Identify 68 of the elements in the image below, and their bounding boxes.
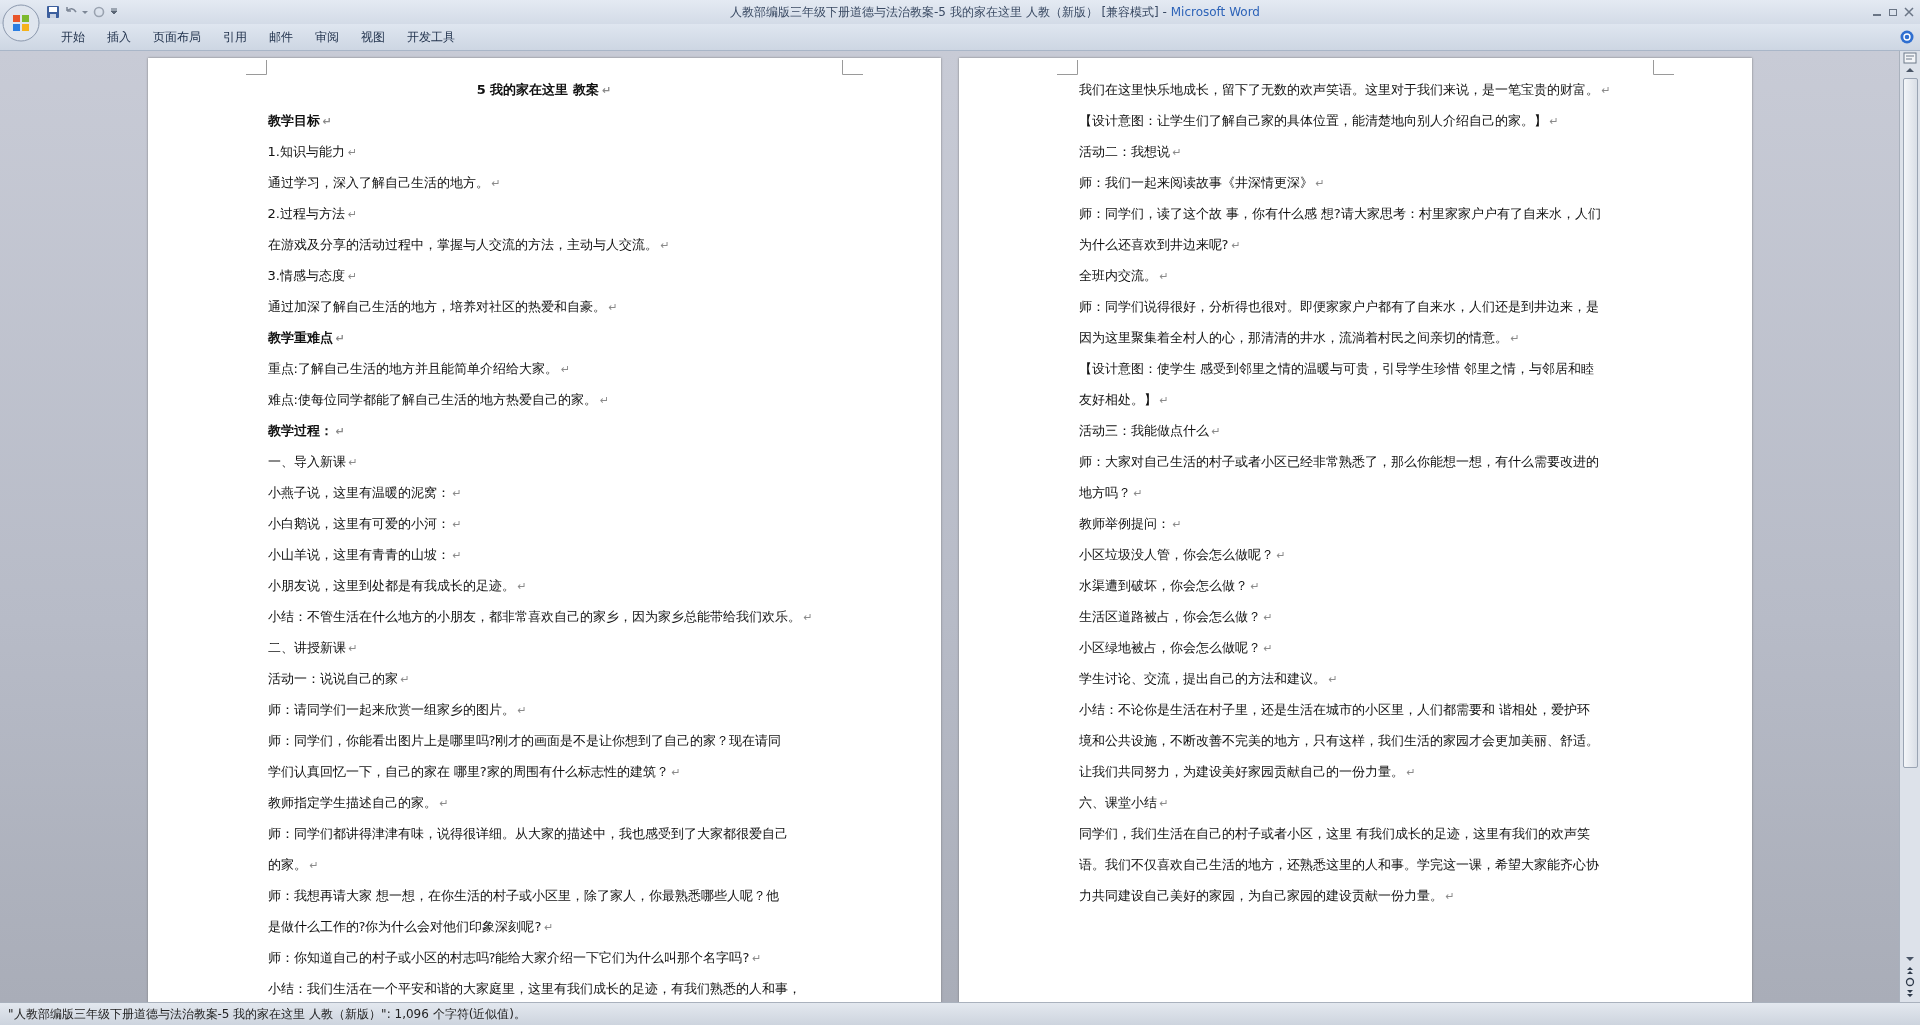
paragraph: 全班内交流。 ↵ [1078,267,1170,285]
scroll-up-icon[interactable] [1904,65,1916,75]
paragraph: 小区垃圾没人管，你会怎么做呢？ ↵ [1078,546,1287,564]
paragraph: 活动二：我想说 ↵ [1078,143,1183,161]
paragraph: 小结：我们生活在一个平安和谐的大家庭里，这里有我们成长的足迹，有我们熟悉的人和事， [267,980,802,998]
restore-icon[interactable] [1888,7,1898,17]
ribbon-tab[interactable]: 审阅 [304,25,350,49]
scroll-down-icon[interactable] [1904,954,1916,964]
ribbon-tab[interactable]: 邮件 [258,25,304,49]
paragraph: 小区绿地被占，你会怎么做呢？ ↵ [1078,639,1274,657]
ribbon-tab[interactable]: 插入 [96,25,142,49]
paragraph: 活动一：说说自己的家 ↵ [267,670,411,688]
document-title: 5 我的家在这里 教案 ↵ [475,81,613,99]
paragraph: 【设计意图：使学生 感受到邻里之情的温暖与可贵，引导学生珍惜 邻里之情，与邻居和睦 友好相处。】 ↵ [1078,360,1595,409]
section-heading: 教学目标 ↵ [267,112,333,130]
paragraph: 难点:使每位同学都能了解自己生活的地方热爱自己的家。 ↵ [267,391,611,409]
paragraph: 活动三：我能做点什么 ↵ [1078,422,1222,440]
browse-object-icon[interactable] [1904,976,1916,988]
paragraph: 3.情感与态度 ↵ [267,267,359,285]
paragraph: 师：我们一起来阅读故事《井深情更深》 ↵ [1078,174,1326,192]
paragraph: 师：同学们说得很好，分析得也很对。即便家家户户都有了自来水，人们还是到井边来，是 因为这里聚集着全村人的心，那清清的井水，流淌着村民之间亲切的情意。 ↵ [1078,298,1600,347]
ruler-toggle-icon[interactable] [1903,51,1917,65]
paragraph: 六、课堂小结 ↵ [1078,794,1170,812]
paragraph: 【设计意图：让学生们了解自己家的具体位置，能清楚地向别人介绍自己的家。】 ↵ [1078,112,1560,130]
ribbon-tab[interactable]: 开始 [50,25,96,49]
paragraph: 小结：不论你是生活在村子里，还是生活在城市的小区里，人们都需要和 谐相处，爱护环 境和公共设施，不断改善不完美的地方，只有这样，我们生活的家园才会更加美丽、舒适。 让我们共同努力，为建设美好家园贡献自己的一份力量。 ↵ [1078,701,1600,781]
ribbon-tab[interactable]: 引用 [212,25,258,49]
paragraph: 一、导入新课 ↵ [267,453,359,471]
crop-mark [1652,60,1674,75]
close-icon[interactable] [1904,7,1914,17]
help-icon[interactable] [1900,30,1914,44]
paragraph: 生活区道路被占，你会怎么做？ ↵ [1078,608,1274,626]
ribbon-tab[interactable]: 开发工具 [396,25,466,49]
ribbon-tab[interactable]: 视图 [350,25,396,49]
paragraph: 师：同学们，读了这个故 事，你有什么感 想?请大家思考：村里家家户户有了自来水，人们 为什么还喜欢到井边来呢? ↵ [1078,205,1602,254]
paragraph: 小白鹅说，这里有可爱的小河： ↵ [267,515,463,533]
paragraph: 水渠遭到破坏，你会怎么做？ ↵ [1078,577,1261,595]
crop-mark [245,60,267,75]
paragraph: 师：大家对自己生活的村子或者小区已经非常熟悉了，那么你能想一想，有什么需要改进的 地方吗？ ↵ [1078,453,1600,502]
crop-mark [841,60,863,75]
paragraph: 小朋友说，这里到处都是有我成长的足迹。 ↵ [267,577,528,595]
paragraph: 师：你知道自己的村子或小区的村志吗?能给大家介绍一下它们为什么叫那个名字吗? ↵ [267,949,763,967]
save-icon[interactable] [46,5,60,19]
crop-mark [1056,60,1078,75]
window-title: 人教部编版三年级下册道德与法治教案-5 我的家在这里 人教（新版） [兼容模式] - Microsoft Word [729,3,1261,21]
paragraph: 小燕子说，这里有温暖的泥窝： ↵ [267,484,463,502]
paragraph: 我们在这里快乐地成长，留下了无数的欢声笑语。这里对于我们来说，是一笔宝贵的财富。 ↵ [1078,81,1612,99]
paragraph: 重点:了解自己生活的地方并且能简单介绍给大家。 ↵ [267,360,572,378]
paragraph: 通过学习，深入了解自己生活的地方。 ↵ [267,174,502,192]
paragraph: 在游戏及分享的活动过程中，掌握与人交流的方法，主动与人交流。 ↵ [267,236,671,254]
paragraph: 同学们，我们生活在自己的村子或者小区，这里 有我们成长的足迹，这里有我们的欢声笑 语。我们不仅喜欢自己生活的地方，还熟悉这里的人和事。学完这一课，希望大家能齐心协 力共同建设自己美好的家园，为自己家园的建设贡献一份力量。 ↵ [1078,825,1600,905]
paragraph: 师：请同学们一起来欣赏一组家乡的图片。 ↵ [267,701,528,719]
paragraph: 小结：不管生活在什么地方的小朋友，都非常喜欢自己的家乡，因为家乡总能带给我们欢乐。 ↵ [267,608,814,626]
paragraph: 师：同学们都讲得津津有味，说得很详细。从大家的描述中，我也感受到了大家都很爱自己 的家。 ↵ [267,825,789,874]
paragraph: 学生讨论、交流，提出自己的方法和建议。 ↵ [1078,670,1339,688]
paragraph: 教师举例提问： ↵ [1078,515,1183,533]
paragraph: 师：我想再请大家 想一想，在你生活的村子或小区里，除了家人，你最熟悉哪些人呢？他 是做什么工作的?你为什么会对他们印象深刻呢? ↵ [267,887,780,936]
paragraph: 1.知识与能力 ↵ [267,143,359,161]
paragraph: 2.过程与方法 ↵ [267,205,359,223]
section-heading: 教学过程： ↵ [267,422,346,440]
ribbon-tab[interactable]: 页面布局 [142,25,212,49]
status-text: "人教部编版三年级下册道德与法治教案-5 我的家在这里 人教（新版）": 1,096 个字符(近似值)。 [8,1005,527,1023]
paragraph: 通过加深了解自己生活的地方，培养对社区的热爱和自豪。 ↵ [267,298,619,316]
section-heading: 教学重难点 ↵ [267,329,346,347]
paragraph: 师：同学们，你能看出图片上是哪里吗?刚才的画面是不是让你想到了自己的家？现在请同 学们认真回忆一下，自己的家在 哪里?家的周围有什么标志性的建筑？ ↵ [267,732,783,781]
paragraph: 二、讲授新课 ↵ [267,639,359,657]
paragraph: 教师指定学生描述自己的家。 ↵ [267,794,450,812]
paragraph: 小山羊说，这里有青青的山坡： ↵ [267,546,463,564]
